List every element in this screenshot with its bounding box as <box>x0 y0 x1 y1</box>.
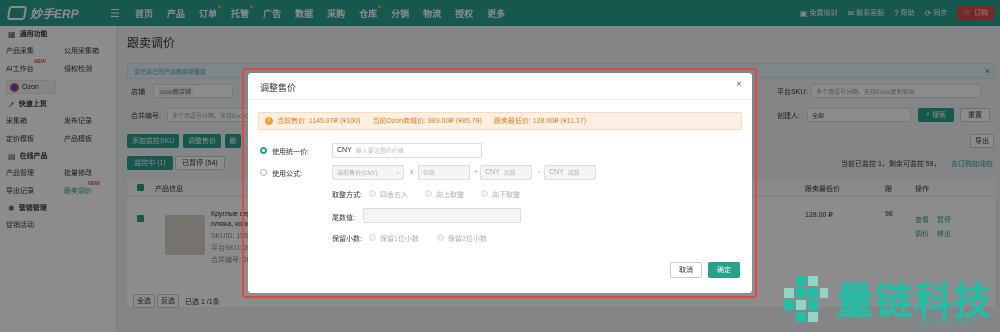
tail-value-input[interactable] <box>363 208 521 223</box>
close-icon[interactable]: × <box>736 79 742 90</box>
current-price: 当前售价: 1145.87₽ (¥100) <box>277 118 361 125</box>
decimals-1-radio[interactable] <box>369 234 376 241</box>
subtrahend-input[interactable]: CNY 减数 <box>544 165 596 180</box>
currency-prefix: CNY <box>549 169 564 176</box>
rounding-up-label: 向上取整 <box>436 192 464 199</box>
watermark: 量链科技 QFSP.NET <box>780 270 1000 332</box>
unified-price-label: 使用统一价: <box>272 149 309 156</box>
follow-min-price: 跟卖最低价: 128.00₽ (¥11.17) <box>493 118 587 125</box>
confirm-button[interactable]: 确定 <box>708 262 740 278</box>
formula-base-select[interactable]: 当前售价(CNY) ⌄ <box>332 165 404 180</box>
subtrahend-placeholder: 减数 <box>567 171 580 177</box>
decimals-2-radio[interactable] <box>437 234 444 241</box>
dialog-title: 调整售价 <box>260 83 297 93</box>
rounding-label: 取整方式: <box>332 192 362 199</box>
unified-price-radio[interactable] <box>260 147 267 154</box>
tail-value-label: 尾数值: <box>332 215 355 222</box>
watermark-sub: QFSP.NET <box>920 316 980 326</box>
rounding-down-radio[interactable] <box>481 190 488 197</box>
chevron-down-icon: ⌄ <box>394 170 400 176</box>
plus-operator: + <box>474 169 479 176</box>
decimals-label: 保留小数: <box>332 236 362 243</box>
decimals-2-label: 保留2位小数 <box>448 236 487 243</box>
dialog-divider <box>248 99 752 100</box>
formula-base-value: 当前售价(CNY) <box>337 171 378 177</box>
adjust-price-dialog: 调整售价 × ! 当前售价: 1145.87₽ (¥100) 当前Ozon商城价… <box>248 73 752 293</box>
times-operator: x <box>410 169 414 176</box>
price-info-box: ! 当前售价: 1145.87₽ (¥100) 当前Ozon商城价: 983.0… <box>258 112 742 130</box>
formula-label: 使用公式: <box>272 171 302 178</box>
unified-price-placeholder: 输入要设置的价格 <box>355 149 404 155</box>
rounding-down-label: 向下取整 <box>492 192 520 199</box>
currency-prefix: CNY <box>337 147 352 154</box>
rounding-round-radio[interactable] <box>369 190 376 197</box>
minus-operator: - <box>538 169 541 176</box>
addend-placeholder: 加数 <box>503 171 516 177</box>
ozon-mall-price: 当前Ozon商城价: 983.00₽ (¥85.79) <box>372 118 482 125</box>
cancel-button[interactable]: 取消 <box>670 262 702 278</box>
warning-icon: ! <box>265 117 273 125</box>
addend-input[interactable]: CNY 加数 <box>480 165 532 180</box>
watermark-logo-icon <box>784 276 828 322</box>
currency-prefix: CNY <box>485 169 500 176</box>
unified-price-input[interactable]: CNY 输入要设置的价格 <box>332 143 482 158</box>
formula-radio[interactable] <box>260 169 267 176</box>
decimals-1-label: 保留1位小数 <box>380 236 419 243</box>
factor-input[interactable]: 倍数 <box>418 165 470 180</box>
rounding-up-radio[interactable] <box>425 190 432 197</box>
rounding-round-label: 四舍五入 <box>380 192 408 199</box>
